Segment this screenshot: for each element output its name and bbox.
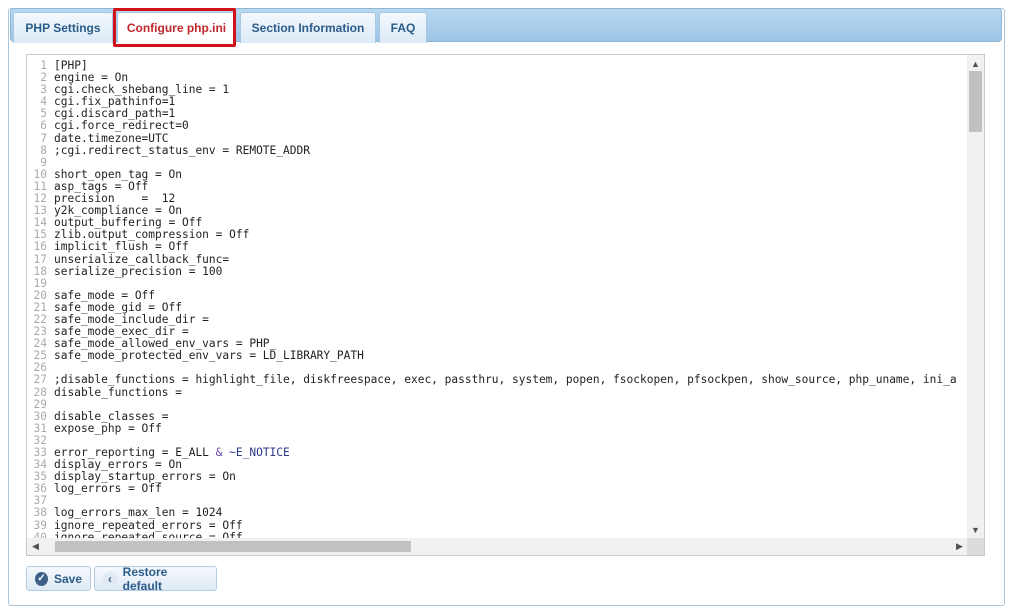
line-text: ;cgi.redirect_status_env = REMOTE_ADDR [54,143,310,157]
line-text: ignore_repeated_errors = Off [54,518,243,532]
restore-default-label: Restore default [122,564,168,593]
line-number: 8 [40,143,47,157]
line-number: 7 [40,131,47,145]
line-text: unserialize_callback_func= [54,252,230,266]
code-line: 16 implicit_flush = Off [27,241,957,253]
code-line: 8 ;cgi.redirect_status_env = REMOTE_ADDR [27,143,957,157]
check-circle-icon: ✓ [35,571,48,586]
vertical-scroll-thumb[interactable] [969,71,982,132]
line-number: 30 [33,409,47,423]
scroll-right-icon[interactable]: ▶ [951,539,968,553]
code-line: 17 unserialize_callback_func= [27,252,957,266]
code-line: 38 log_errors_max_len = 1024 [27,507,957,519]
line-text: safe_mode_protected_env_vars = LD_LIBRAR… [54,349,364,363]
line-text: expose_php = Off [54,421,162,435]
line-number: 39 [33,518,47,532]
tab-faq[interactable]: FAQ [379,12,427,43]
scroll-up-icon[interactable]: ▲ [967,57,984,71]
line-number: 27 [33,373,47,387]
line-text: log_errors = Off [54,482,162,496]
code-line: 31 expose_php = Off [27,421,957,435]
code-line: 39 ignore_repeated_errors = Off [27,518,957,532]
code-line: 27 ;disable_functions = highlight_file, d… [27,374,957,386]
tab-section-information[interactable]: Section Information [240,12,376,43]
code-line: 10 short_open_tag = On [27,168,957,181]
tab-php-settings[interactable]: PHP Settings [13,12,113,43]
save-button-label: Save [53,571,82,586]
line-text: serialize_precision = 100 [54,264,223,278]
line-number: 16 [33,240,47,254]
code-line: 35 display_startup_errors = On [27,471,957,483]
code-line: 28 disable_functions = [27,385,957,399]
line-number: 28 [33,385,47,399]
line-text: ;disable_functions = highlight_file, dis… [54,373,957,387]
line-text: log_errors_max_len = 1024 [54,506,223,520]
chevron-left-icon: ‹ [103,571,117,586]
line-text: cgi.force_redirect=0 [54,119,189,133]
save-button[interactable]: ✓ Save [26,566,91,591]
line-number: 17 [33,252,47,266]
line-number: 19 [33,276,47,290]
line-number: 38 [33,506,47,520]
code-line: 29 [27,397,957,411]
line-text: implicit_flush = Off [54,240,189,254]
code-line: 36 log_errors = Off [27,483,957,495]
scroll-down-icon[interactable]: ▼ [967,523,984,537]
line-number: 6 [40,119,47,133]
line-number: 29 [33,397,47,411]
vertical-scrollbar[interactable]: ▲ ▼ [967,55,984,539]
code-line: 6 cgi.force_redirect=0 [27,120,957,132]
line-text: date.timezone=UTC [54,131,169,145]
code-line: 30 disable_classes = [27,409,957,423]
tab-configure-php-ini[interactable]: Configure php.ini [117,12,236,43]
horizontal-scrollbar[interactable]: ◀ ▶ [27,538,968,555]
code-line: 19 [27,276,957,290]
line-text: disable_functions = [54,385,182,399]
line-text: disable_classes = [54,409,169,423]
tab-bar: PHP Settings Configure php.ini Section I… [10,8,1002,43]
restore-default-button[interactable]: ‹ Restore default [94,564,217,593]
line-number: 18 [33,264,47,278]
code-line: 18 serialize_precision = 100 [27,264,957,278]
horizontal-scroll-thumb[interactable] [55,541,411,552]
scroll-left-icon[interactable]: ◀ [27,539,44,553]
scroll-corner [967,538,984,555]
code-line: 1 [PHP] [27,60,957,72]
php-ini-editor[interactable]: 1 [PHP] 2 engine = On 3 cgi.check_shebang_lin… [26,54,985,556]
code-line: 25 safe_mode_protected_env_vars = LD_LIBR… [27,350,957,362]
code-area[interactable]: 1 [PHP] 2 engine = On 3 cgi.check_shebang_lin… [27,60,957,538]
code-line: 7 date.timezone=UTC [27,131,957,145]
